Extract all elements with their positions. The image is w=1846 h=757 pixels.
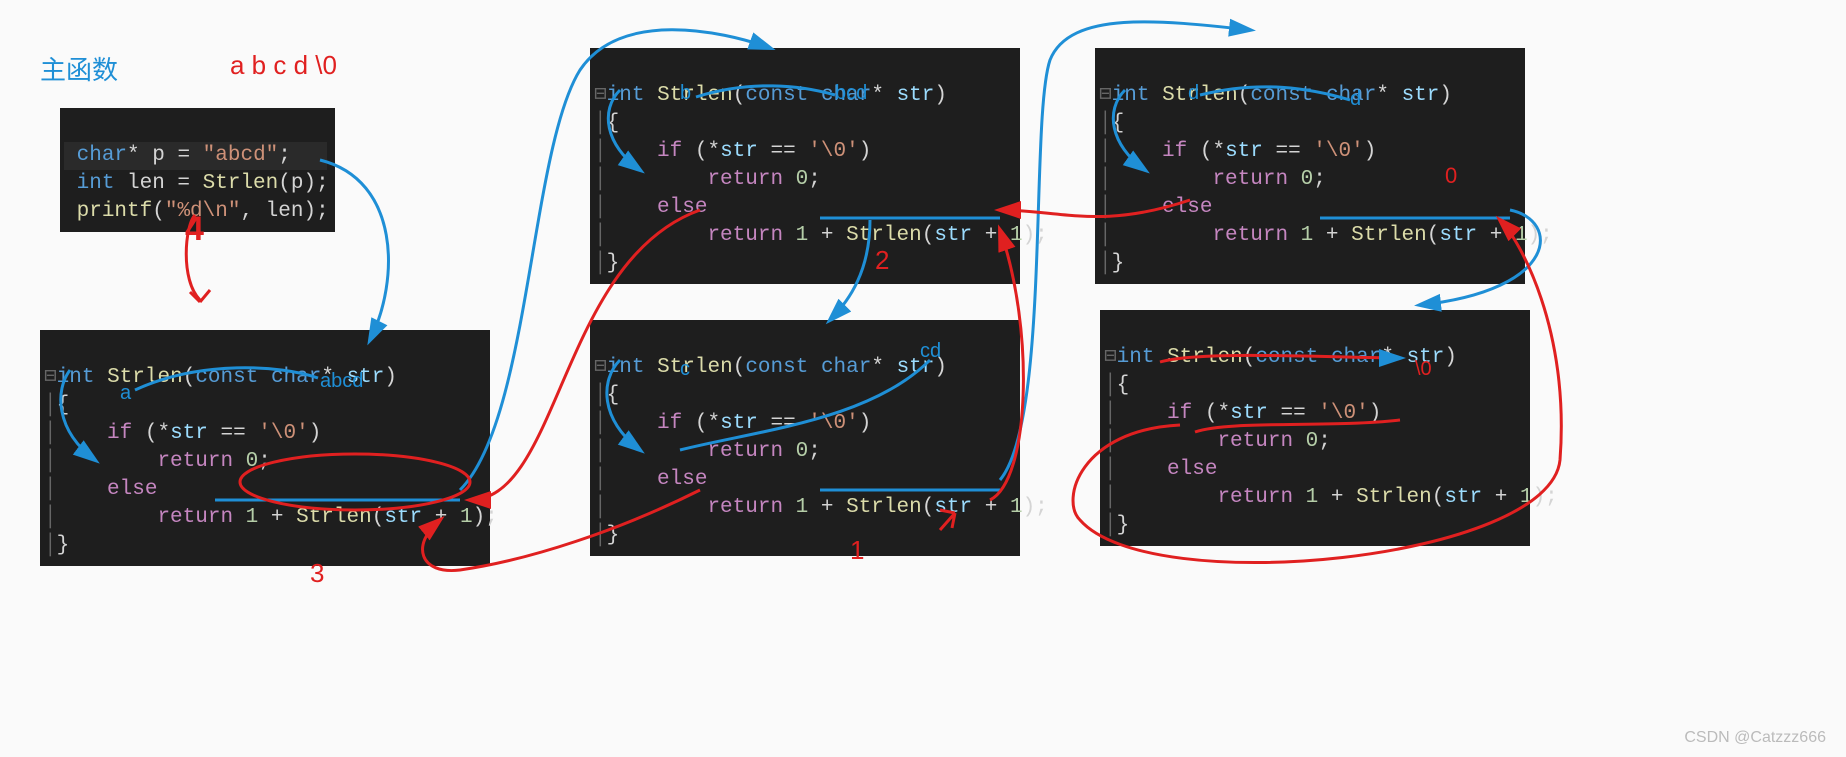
string-chars-note: a b c d \0 bbox=[230, 50, 337, 81]
anno-char-c: c bbox=[680, 358, 690, 381]
strlen-box-cd: ⊟int Strlen(const char* str) │{ │ if (*s… bbox=[590, 320, 1020, 556]
strlen-box-bcd: ⊟int Strlen(const char* str) │{ │ if (*s… bbox=[590, 48, 1020, 284]
anno-nul: \0 bbox=[1415, 358, 1432, 381]
anno-n2: 2 bbox=[875, 245, 889, 276]
main-label: 主函数 bbox=[40, 50, 118, 87]
anno-str-bcd: bcd bbox=[835, 82, 867, 105]
strlen-box-nul: ⊟int Strlen(const char* str) │{ │ if (*s… bbox=[1100, 310, 1530, 546]
strlen-box-abcd: ⊟int Strlen(const char* str) │{ │ if (*s… bbox=[40, 330, 490, 566]
anno-n3: 3 bbox=[310, 558, 324, 589]
anno-str-abcd: abcd bbox=[320, 370, 363, 393]
anno-str-cd: cd bbox=[920, 340, 941, 363]
strlen-box-d: ⊟int Strlen(const char* str) │{ │ if (*s… bbox=[1095, 48, 1525, 284]
anno-str-d: d bbox=[1350, 88, 1361, 111]
anno-n1: 1 bbox=[850, 535, 864, 566]
anno-char-b: b bbox=[680, 82, 691, 105]
anno-zero: 0 bbox=[1445, 163, 1457, 189]
anno-result: 4 bbox=[185, 210, 204, 249]
anno-char-a: a bbox=[120, 382, 131, 405]
watermark: CSDN @Catzzz666 bbox=[1684, 729, 1826, 747]
anno-char-d: d bbox=[1188, 82, 1199, 105]
